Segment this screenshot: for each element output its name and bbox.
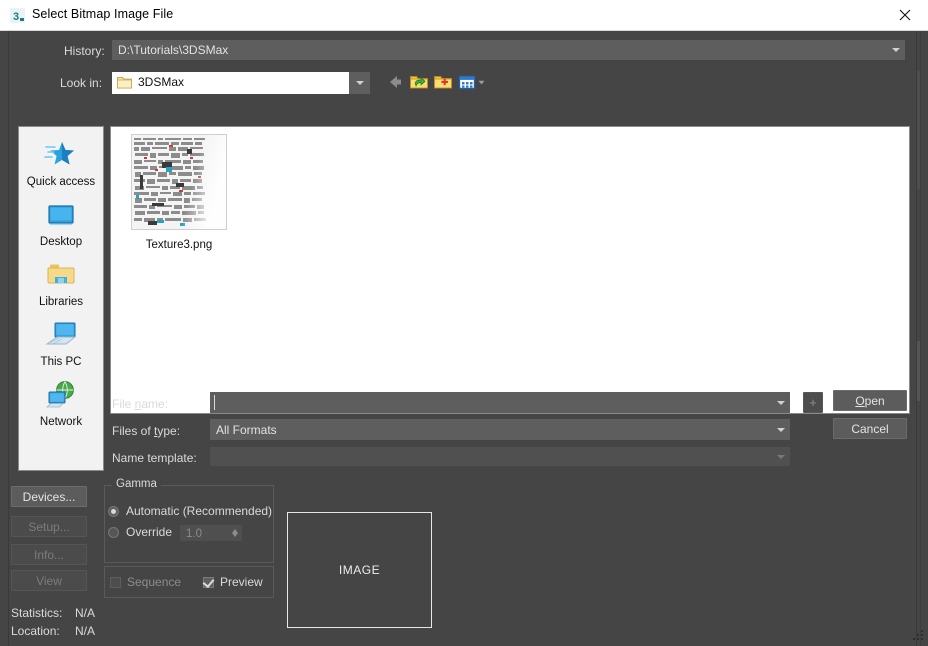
up-folder-button[interactable] (408, 71, 430, 93)
gamma-override-spinner[interactable]: 1.0 (180, 525, 242, 541)
location-label: Location: (11, 624, 60, 638)
file-name-label: Texture3.png (145, 239, 213, 251)
folder-icon (117, 76, 132, 89)
filetype-combo[interactable]: All Formats (210, 419, 790, 440)
gamma-override-label: Override (126, 525, 173, 539)
gamma-automatic-label: Automatic (Recommended) (126, 504, 273, 518)
sidebar-item-label: Network (39, 416, 83, 428)
sidebar-item-label: This PC (40, 356, 82, 368)
sequence-label: Sequence (127, 575, 182, 589)
sidebar-item-network[interactable]: Network (19, 375, 103, 428)
list-item[interactable]: Texture3.png (125, 135, 233, 251)
filename-combo[interactable] (210, 392, 790, 413)
file-list[interactable]: Texture3.png (110, 126, 910, 414)
preview-checkbox[interactable] (203, 577, 214, 588)
text-cursor (214, 395, 215, 410)
filetype-value: All Formats (216, 422, 277, 437)
add-path-button[interactable]: + (803, 392, 823, 413)
quick-access-star-icon (19, 135, 103, 175)
spinner-down-icon[interactable] (232, 533, 238, 537)
setup-button: Setup... (11, 516, 87, 537)
back-button[interactable] (384, 71, 406, 93)
close-button[interactable] (882, 0, 928, 30)
view-button: View (11, 570, 87, 591)
image-preview-placeholder: IMAGE (338, 563, 381, 577)
right-edge-line-2 (920, 31, 921, 646)
lookin-label: Look in: (60, 76, 103, 90)
window-title: Select Bitmap Image File (32, 7, 174, 21)
right-scroll-indicator-2[interactable] (917, 341, 920, 401)
location-value: N/A (75, 624, 96, 638)
lookin-combo[interactable]: 3DSMax (112, 72, 370, 94)
sidebar-item-libraries[interactable]: Libraries (19, 255, 103, 308)
history-label: History: (64, 44, 105, 58)
sidebar-item-label: Libraries (38, 296, 84, 308)
nametemplate-combo[interactable] (210, 447, 790, 466)
chevron-down-icon (892, 48, 900, 52)
info-button: Info... (11, 544, 87, 565)
history-value: D:\Tutorials\3DSMax (118, 43, 229, 57)
preview-label: Preview (220, 575, 263, 589)
right-scroll-indicator[interactable] (917, 71, 920, 189)
desktop-monitor-icon (19, 195, 103, 235)
devices-button[interactable]: Devices... (11, 486, 87, 507)
history-combo[interactable]: D:\Tutorials\3DSMax (112, 40, 905, 60)
sequence-preview-group: Sequence Preview (104, 566, 274, 598)
lookin-value: 3DSMax (138, 75, 185, 89)
select-bitmap-image-file-dialog: 3 Select Bitmap Image File History: D:\T… (0, 0, 928, 646)
left-edge-line (8, 31, 9, 646)
title-bar: 3 Select Bitmap Image File (0, 0, 928, 31)
gamma-override-radio[interactable] (108, 527, 119, 538)
filename-label: File name: (112, 397, 169, 411)
chevron-down-icon (777, 454, 785, 459)
places-sidebar: Quick access Desktop Libraries This PC N… (18, 126, 104, 471)
resize-grip[interactable] (910, 628, 924, 642)
open-button[interactable]: Open (833, 390, 907, 411)
image-thumbnail (132, 135, 226, 229)
lookin-dropdown-button[interactable] (349, 72, 370, 94)
sequence-checkbox[interactable] (110, 577, 121, 588)
new-folder-button[interactable] (432, 71, 454, 93)
svg-text:3: 3 (13, 11, 19, 23)
chevron-down-icon (777, 427, 785, 432)
network-globe-icon (19, 375, 103, 415)
gamma-group: Gamma Automatic (Recommended) Override 1… (104, 478, 274, 563)
app-icon: 3 (9, 7, 26, 24)
image-preview-box: IMAGE (287, 512, 432, 628)
sidebar-item-label: Quick access (26, 176, 96, 188)
sidebar-item-label: Desktop (39, 236, 83, 248)
sidebar-item-this-pc[interactable]: This PC (19, 315, 103, 368)
chevron-down-icon (777, 400, 785, 405)
views-button[interactable] (456, 71, 486, 93)
statistics-label: Statistics: (11, 606, 63, 620)
sidebar-item-quick-access[interactable]: Quick access (19, 135, 103, 188)
statistics-value: N/A (75, 606, 96, 620)
nametemplate-label: Name template: (112, 451, 197, 465)
sidebar-item-desktop[interactable]: Desktop (19, 195, 103, 248)
cancel-button[interactable]: Cancel (833, 418, 907, 439)
libraries-folder-icon (19, 255, 103, 295)
filetype-label: Files of type: (112, 424, 181, 438)
gamma-group-title: Gamma (112, 478, 161, 490)
gamma-override-value: 1.0 (186, 528, 202, 540)
dialog-body: History: D:\Tutorials\3DSMax Look in: 3D… (0, 31, 928, 646)
this-pc-icon (19, 315, 103, 355)
gamma-automatic-radio[interactable] (108, 506, 119, 517)
